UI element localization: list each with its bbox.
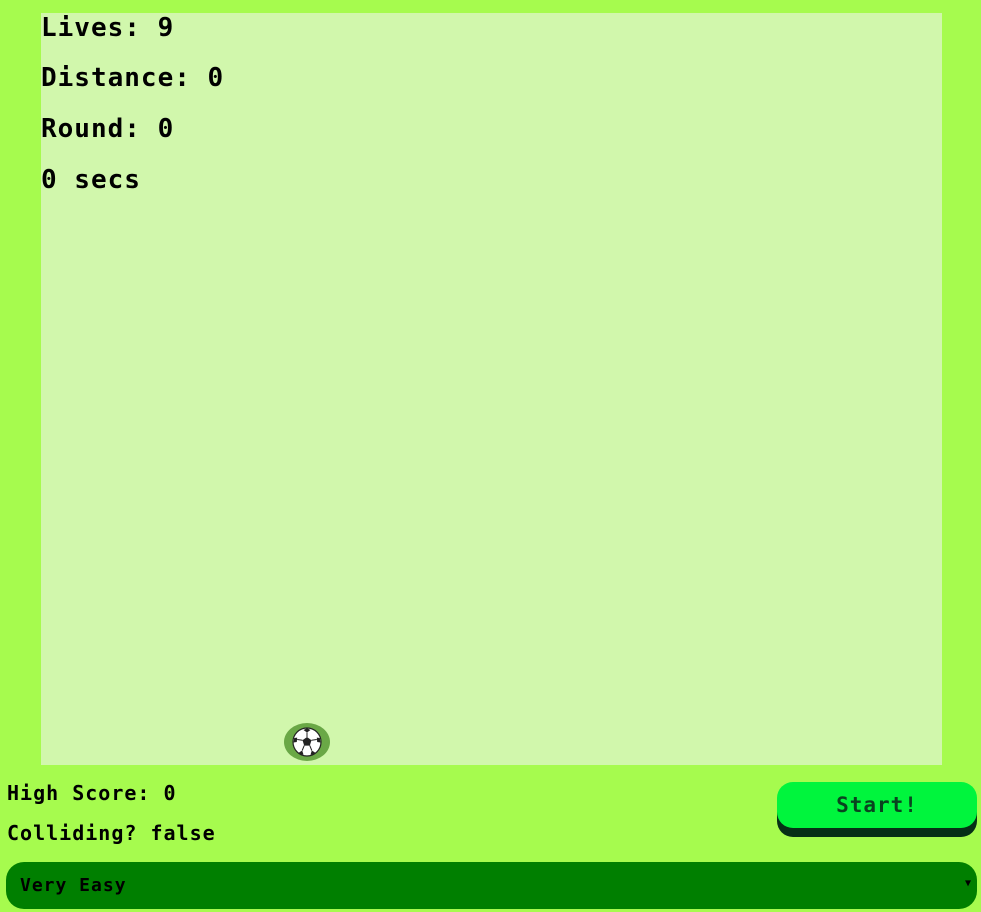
lives-counter: Lives: 9 bbox=[41, 13, 175, 43]
soccer-ball-icon bbox=[292, 727, 322, 757]
dropdown-arrow-icon: ▼ bbox=[964, 878, 972, 889]
difficulty-selected-value: Very Easy bbox=[20, 875, 127, 896]
high-score: High Score: 0 bbox=[7, 781, 177, 805]
difficulty-select[interactable]: Very Easy ▼ bbox=[6, 862, 977, 909]
round-counter: Round: 0 bbox=[41, 114, 175, 144]
player-ball[interactable] bbox=[284, 723, 330, 761]
colliding-status: Colliding? false bbox=[7, 821, 216, 845]
timer-display: 0 secs bbox=[41, 165, 141, 195]
distance-counter: Distance: 0 bbox=[41, 63, 225, 93]
start-button[interactable]: Start! bbox=[777, 782, 977, 828]
game-field[interactable]: Lives: 9 Distance: 0 Round: 0 0 secs bbox=[41, 13, 942, 765]
